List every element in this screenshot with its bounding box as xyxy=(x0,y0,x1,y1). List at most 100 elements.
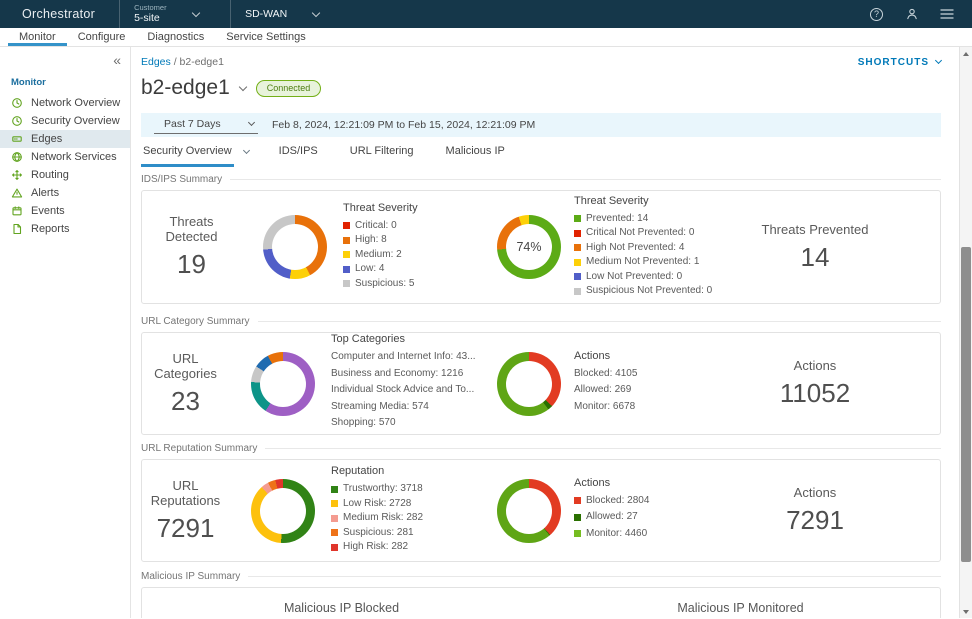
legend-swatch xyxy=(331,529,338,536)
legend-swatch xyxy=(574,288,581,295)
donut-center-label: 74% xyxy=(516,240,541,254)
stat-value: 19 xyxy=(142,249,241,280)
user-icon[interactable] xyxy=(904,7,919,22)
status-badge: Connected xyxy=(256,80,322,97)
time-range-bar: Past 7 Days Feb 8, 2024, 12:21:09 PM to … xyxy=(141,113,941,137)
tab-monitor[interactable]: Monitor xyxy=(8,28,67,46)
section-divider xyxy=(230,179,941,180)
legend-swatch xyxy=(574,273,581,280)
menu-icon[interactable] xyxy=(939,7,954,22)
donut-hole xyxy=(260,361,306,407)
subtab-ids-ips[interactable]: IDS/IPS xyxy=(263,140,334,165)
legend-item: Blocked: 4105 xyxy=(574,368,750,380)
customer-selector[interactable]: Customer 5-site xyxy=(120,0,230,28)
legend-text: High Not Prevented: 4 xyxy=(586,242,684,254)
threats-detected-donut xyxy=(263,215,327,279)
subtab-security-overview[interactable]: Security Overview xyxy=(141,140,263,165)
sidebar-item-edges[interactable]: Edges xyxy=(0,130,130,148)
legend-text: Business and Economy: 1216 xyxy=(331,368,463,380)
malicious-ip-summary-card: Malicious IP Blocked 48 Malicious IP Mon… xyxy=(141,587,941,618)
malicious-ip-blocked-stat: Malicious IP Blocked 48 xyxy=(142,588,541,618)
customer-label: Customer xyxy=(134,4,167,13)
tab-diagnostics[interactable]: Diagnostics xyxy=(136,28,215,46)
legend-item: Medium Not Prevented: 1 xyxy=(574,256,750,268)
scrollbar-thumb[interactable] xyxy=(961,247,971,562)
url-category-summary-section: URL Category Summary URL Categories 23 T… xyxy=(141,316,941,435)
legend-item: Allowed: 27 xyxy=(574,511,750,523)
legend-item: Monitor: 4460 xyxy=(574,528,750,540)
section-divider xyxy=(248,576,941,577)
subtab-malicious-ip[interactable]: Malicious IP xyxy=(430,140,521,165)
shortcuts-button[interactable]: SHORTCUTS xyxy=(858,57,941,68)
main-content: Edges / b2-edge1 SHORTCUTS b2-edge1 Conn… xyxy=(131,47,959,618)
service-selector[interactable]: SD-WAN xyxy=(231,0,341,28)
nav-tabs: Monitor Configure Diagnostics Service Se… xyxy=(0,28,972,47)
url-reputations-donut xyxy=(251,479,315,543)
legend-swatch xyxy=(331,486,338,493)
url-category-actions-legend: Actions Blocked: 4105Allowed: 269Monitor… xyxy=(574,350,750,418)
sidebar-collapse-icon[interactable]: « xyxy=(113,52,121,68)
subtab-url-filtering[interactable]: URL Filtering xyxy=(334,140,430,165)
legend-item: Streaming Media: 574 xyxy=(331,401,481,413)
scroll-up-button[interactable] xyxy=(960,47,972,60)
page-title: b2-edge1 xyxy=(141,76,230,100)
scroll-down-button[interactable] xyxy=(960,605,972,618)
security-subtabs: Security Overview IDS/IPS URL Filtering … xyxy=(141,140,941,165)
donut-hole xyxy=(272,224,318,270)
legend-text: Suspicious: 5 xyxy=(355,278,414,290)
legend-item: Low Not Prevented: 0 xyxy=(574,271,750,283)
time-range-select[interactable]: Past 7 Days xyxy=(154,116,258,134)
legend-text: Medium Risk: 282 xyxy=(343,512,423,524)
stat-label: Actions xyxy=(750,485,880,500)
legend-text: Low Not Prevented: 0 xyxy=(586,271,682,283)
customer-value: 5-site xyxy=(134,12,167,24)
tab-configure[interactable]: Configure xyxy=(67,28,137,46)
section-title: Malicious IP Summary xyxy=(141,571,240,582)
legend-item: Medium Risk: 282 xyxy=(331,512,481,524)
events-icon xyxy=(11,205,23,217)
sidebar-item-label: Edges xyxy=(31,133,62,145)
legend-item: High: 8 xyxy=(343,234,493,246)
help-icon[interactable]: ? xyxy=(869,7,884,22)
legend-text: Shopping: 570 xyxy=(331,417,396,429)
url-category-summary-card: URL Categories 23 Top Categories Compute… xyxy=(141,332,941,435)
breadcrumb-edges-link[interactable]: Edges xyxy=(141,56,171,68)
malicious-ip-monitored-stat: Malicious IP Monitored 776 xyxy=(541,588,940,618)
sidebar-item-reports[interactable]: Reports xyxy=(0,220,130,238)
url-reputation-summary-card: URL Reputations 7291 Reputation Trustwor… xyxy=(141,459,941,562)
legend-text: High Risk: 282 xyxy=(343,541,408,553)
legend-item: Shopping: 570 xyxy=(331,417,481,429)
legend-text: Monitor: 6678 xyxy=(574,401,635,413)
sidebar-item-label: Reports xyxy=(31,223,70,235)
legend-item: Low Risk: 2728 xyxy=(331,498,481,510)
edge-title-chevron-icon[interactable] xyxy=(239,82,247,90)
chevron-down-icon xyxy=(248,119,255,126)
legend-item: Trustworthy: 3718 xyxy=(331,483,481,495)
subtab-label: Security Overview xyxy=(141,139,234,167)
legend-text: Trustworthy: 3718 xyxy=(343,483,423,495)
url-categories-stat: URL Categories 23 xyxy=(142,351,229,417)
tab-service-settings[interactable]: Service Settings xyxy=(215,28,316,46)
reputation-legend: Reputation Trustworthy: 3718Low Risk: 27… xyxy=(331,465,481,556)
threat-severity-prevented-legend: Threat Severity Prevented: 14Critical No… xyxy=(574,195,750,300)
stat-value: 23 xyxy=(142,386,229,417)
ids-ips-summary-card: Threats Detected 19 Threat Severity Crit… xyxy=(141,190,941,304)
legend-text: Suspicious: 281 xyxy=(343,527,414,539)
spacer xyxy=(341,0,869,28)
stat-value: 11052 xyxy=(750,378,880,409)
stat-label: Threats Detected xyxy=(142,214,241,244)
donut-hole xyxy=(506,488,552,534)
legend-item: Medium: 2 xyxy=(343,249,493,261)
stat-value: 7291 xyxy=(142,513,229,544)
sidebar-item-events[interactable]: Events xyxy=(0,202,130,220)
legend-swatch xyxy=(574,244,581,251)
sidebar-item-alerts[interactable]: Alerts xyxy=(0,184,130,202)
sidebar-item-security-overview[interactable]: Security Overview xyxy=(0,112,130,130)
legend-swatch xyxy=(574,514,581,521)
scrollbar[interactable] xyxy=(959,47,972,618)
sidebar-item-network-services[interactable]: Network Services xyxy=(0,148,130,166)
sidebar-item-network-overview[interactable]: Network Overview xyxy=(0,94,130,112)
legend-text: Allowed: 269 xyxy=(574,384,631,396)
sidebar-item-routing[interactable]: Routing xyxy=(0,166,130,184)
time-range-value: Past 7 Days xyxy=(164,118,221,130)
